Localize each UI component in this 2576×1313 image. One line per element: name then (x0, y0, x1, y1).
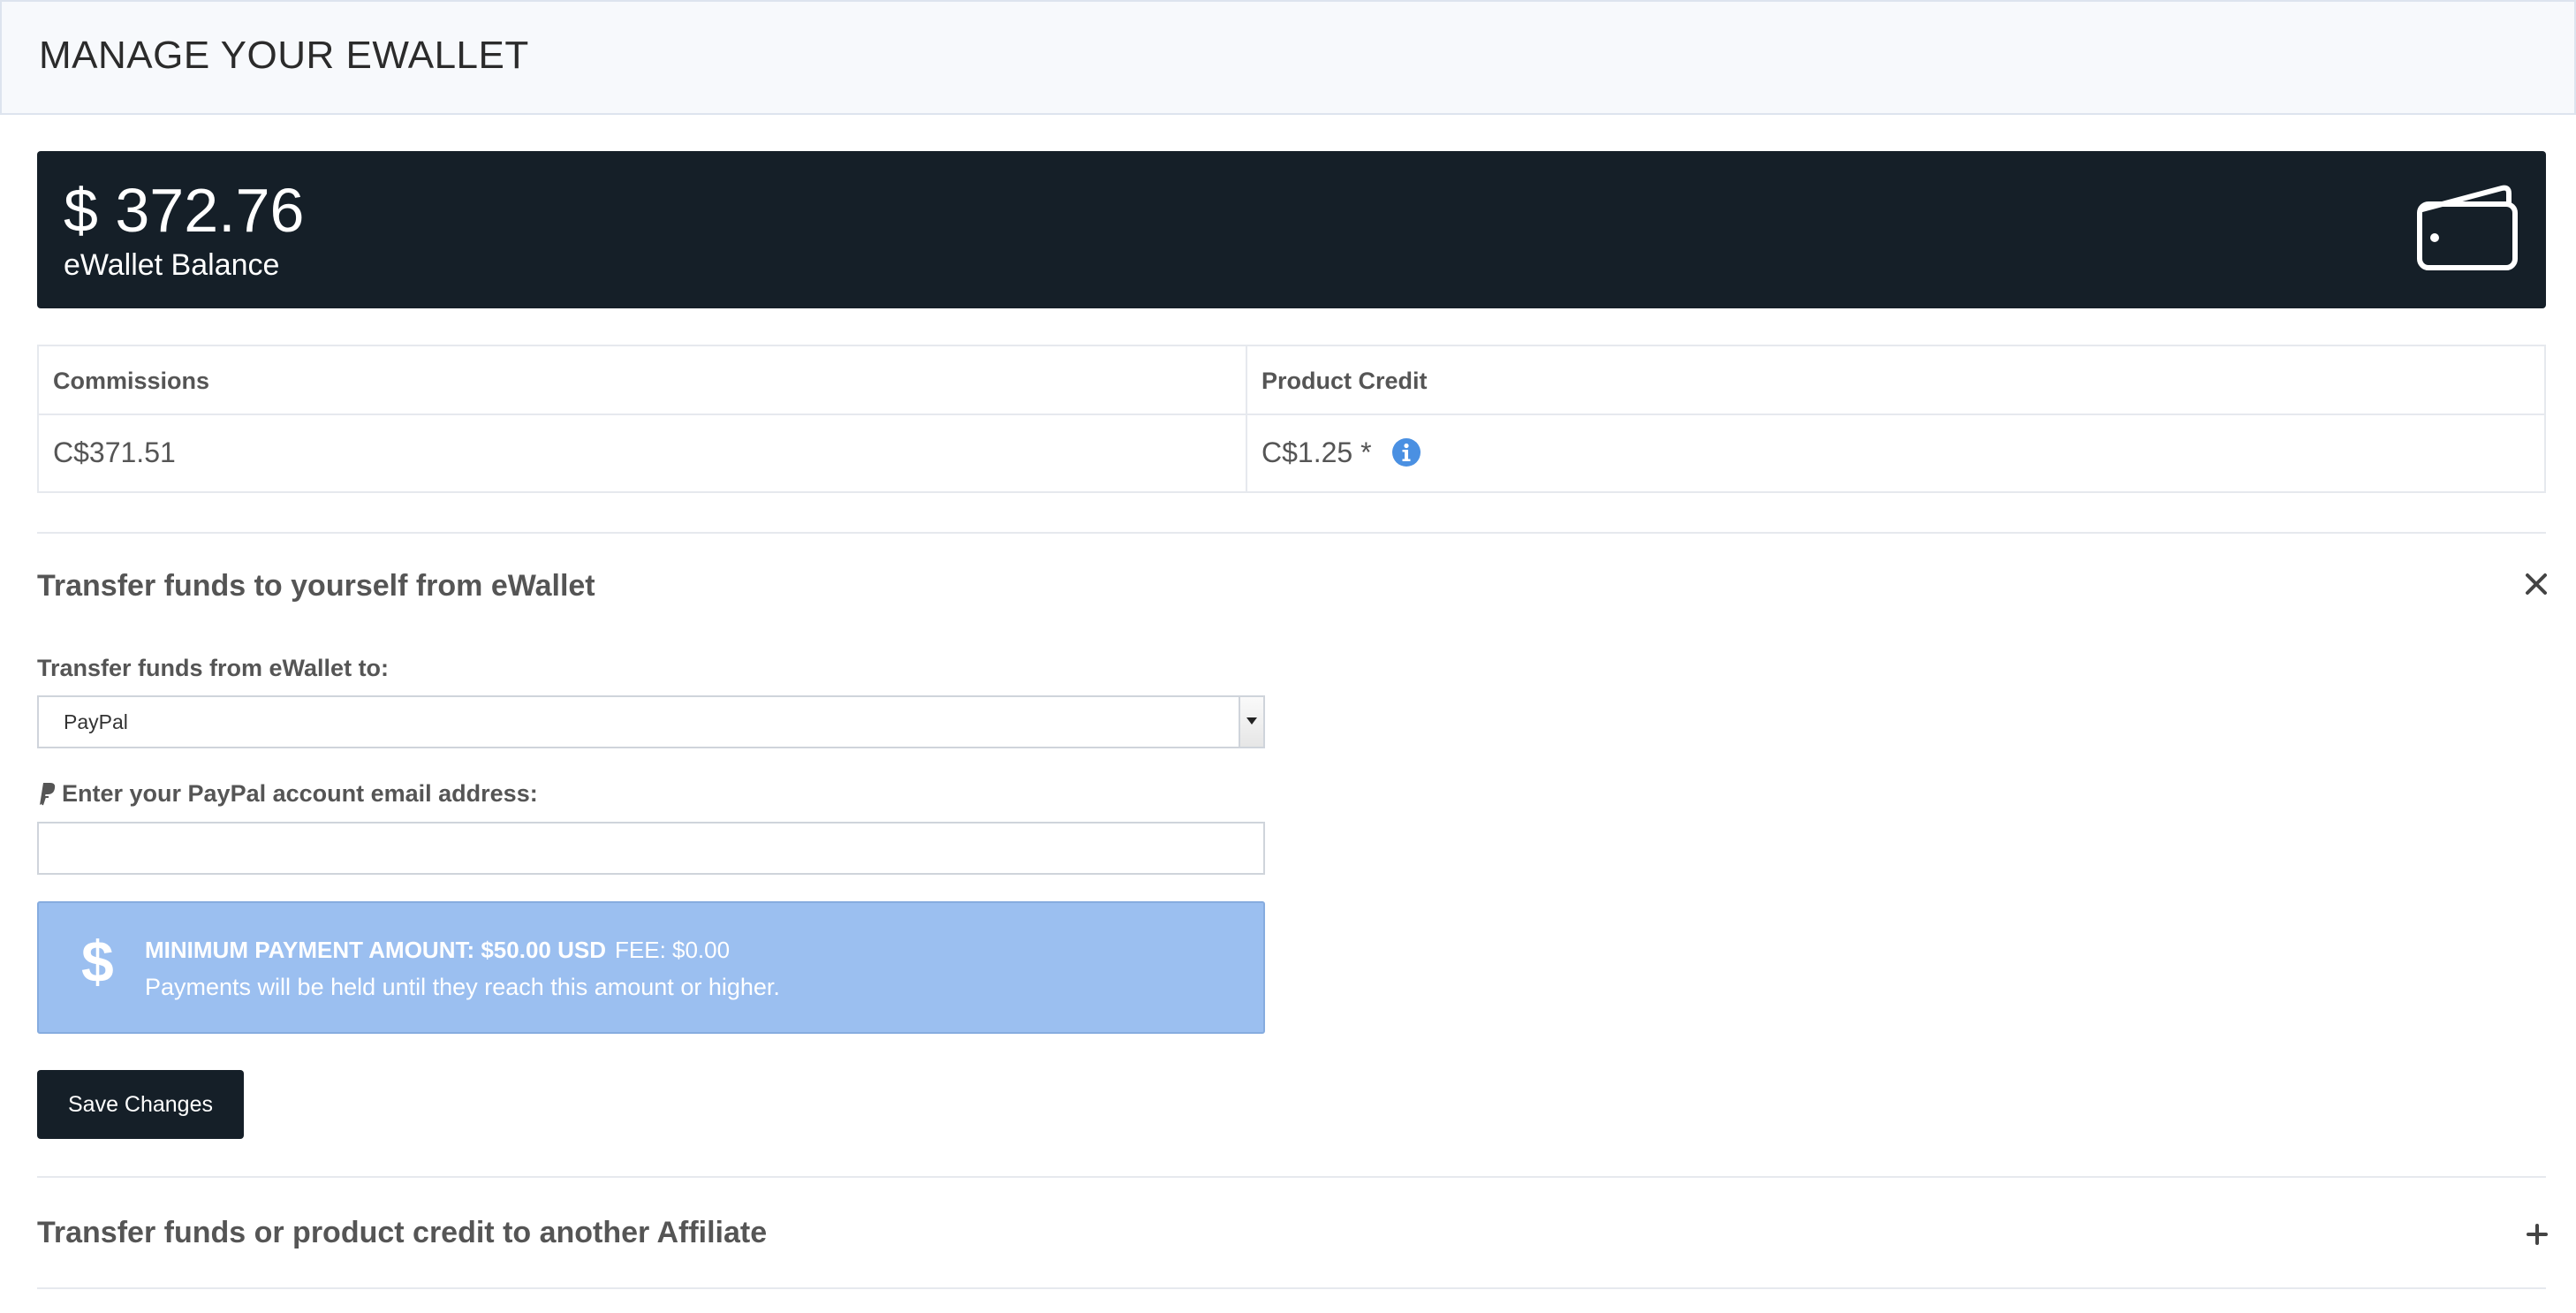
fee-text: FEE: $0.00 (615, 937, 731, 963)
credit-table: Commissions C$371.51 Product Credit C$1.… (37, 345, 2546, 493)
notice-message: Payments will be held until they reach t… (145, 974, 780, 1000)
balance-amount: $ 372.76 (64, 176, 305, 245)
email-label-row: Enter your PayPal account email address: (37, 780, 538, 808)
minimum-amount-text: MINIMUM PAYMENT AMOUNT: $50.00 USD (145, 937, 606, 963)
paypal-icon (40, 782, 56, 806)
balance-card: $ 372.76 eWallet Balance (37, 151, 2546, 308)
close-icon[interactable] (2523, 571, 2549, 597)
chevron-down-icon[interactable] (1239, 697, 1263, 747)
save-button[interactable]: Save Changes (37, 1070, 244, 1139)
paypal-email-input[interactable] (37, 822, 1265, 875)
email-label: Enter your PayPal account email address: (62, 780, 538, 807)
wallet-icon (2417, 185, 2518, 270)
page-title: MANAGE YOUR EWALLET (39, 34, 529, 77)
product-credit-value: C$1.25 * (1261, 436, 1372, 468)
transfer-affiliate-title[interactable]: Transfer funds or product credit to anot… (37, 1216, 767, 1250)
commissions-header: Commissions (53, 368, 210, 394)
product-credit-column: Product Credit C$1.25 * (1247, 346, 2544, 491)
dollar-icon: $ (81, 929, 114, 994)
section-divider (37, 1287, 2546, 1289)
commissions-column: Commissions C$371.51 (39, 346, 1247, 491)
page-header: MANAGE YOUR EWALLET (0, 0, 2576, 115)
section-divider (37, 1176, 2546, 1178)
destination-select-value: PayPal (64, 710, 128, 733)
minimum-payment-notice: $ MINIMUM PAYMENT AMOUNT: $50.00 USD FEE:… (37, 901, 1265, 1034)
plus-icon[interactable] (2525, 1222, 2549, 1247)
info-icon[interactable] (1391, 437, 1421, 467)
product-credit-cell: C$1.25 * (1261, 436, 1421, 469)
balance-label: eWallet Balance (64, 248, 280, 282)
section-divider (37, 532, 2546, 534)
destination-select[interactable]: PayPal (37, 695, 1265, 748)
product-credit-header: Product Credit (1261, 368, 1428, 394)
commissions-value: C$371.51 (53, 436, 176, 468)
transfer-self-title[interactable]: Transfer funds to yourself from eWallet (37, 569, 595, 603)
destination-label: Transfer funds from eWallet to: (37, 655, 390, 681)
